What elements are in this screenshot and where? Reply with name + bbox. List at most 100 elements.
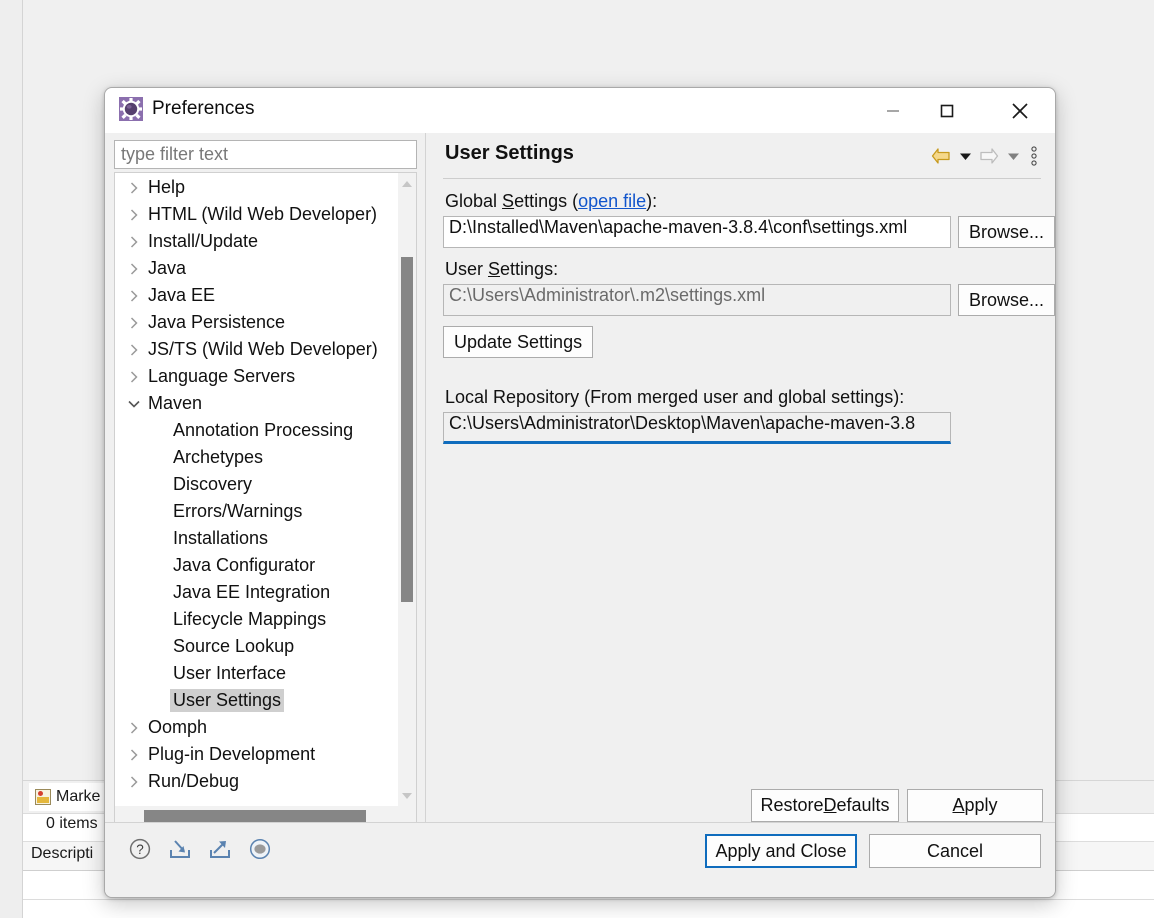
dialog-footer: ? Apply and Close Cancel <box>105 823 1055 897</box>
chevron-down-icon[interactable] <box>123 399 145 409</box>
tree-item-run-debug[interactable]: Run/Debug <box>115 768 398 795</box>
maximize-button[interactable] <box>924 88 970 133</box>
forward-button <box>977 143 1001 169</box>
minimize-icon <box>887 109 899 112</box>
tree-item-user-settings[interactable]: User Settings <box>115 687 398 714</box>
tree-item-java-ee[interactable]: Java EE <box>115 282 398 309</box>
tree-item-install-update[interactable]: Install/Update <box>115 228 398 255</box>
tree-item-java[interactable]: Java <box>115 255 398 282</box>
chevron-down-icon <box>959 153 971 160</box>
tree-item-errors-warnings[interactable]: Errors/Warnings <box>115 498 398 525</box>
chevron-right-icon[interactable] <box>123 748 145 762</box>
user-settings-form: Global Settings (open file): D:\Installe… <box>443 188 1055 786</box>
chevron-right-icon[interactable] <box>123 370 145 384</box>
user-settings-input[interactable]: C:\Users\Administrator\.m2\settings.xml <box>443 284 951 316</box>
tree-item-plug-in-development[interactable]: Plug-in Development <box>115 741 398 768</box>
chevron-right-icon[interactable] <box>123 316 145 330</box>
apply-and-close-button[interactable]: Apply and Close <box>705 834 857 868</box>
page-title: User Settings <box>445 142 574 164</box>
tree-item-archetypes[interactable]: Archetypes <box>115 444 398 471</box>
markers-body-divider <box>23 899 1154 900</box>
tree-item-label: Discovery <box>173 474 253 494</box>
chevron-right-icon[interactable] <box>123 343 145 357</box>
import-preferences-button[interactable] <box>167 836 193 862</box>
tab-markers[interactable]: Marke <box>29 783 109 811</box>
tree-item-annotation-processing[interactable]: Annotation Processing <box>115 417 398 444</box>
chevron-right-icon[interactable] <box>123 235 145 249</box>
tree-item-html-wild-web-developer[interactable]: HTML (Wild Web Developer) <box>115 201 398 228</box>
update-settings-button[interactable]: Update Settings <box>443 326 594 358</box>
scroll-down-arrow-icon[interactable] <box>398 787 416 804</box>
dialog-action-buttons: Apply and Close Cancel <box>705 834 1041 868</box>
tree-item-label: Java Configurator <box>173 555 316 575</box>
tree-item-user-interface[interactable]: User Interface <box>115 660 398 687</box>
chevron-right-icon[interactable] <box>123 775 145 789</box>
tree-item-label: Source Lookup <box>173 636 295 656</box>
global-settings-label-mnemonic: S <box>502 191 515 211</box>
help-button[interactable]: ? <box>127 836 153 862</box>
apply-button[interactable]: Apply <box>907 789 1043 822</box>
restore-defaults-button[interactable]: Restore Defaults <box>751 789 899 822</box>
user-settings-row: C:\Users\Administrator\.m2\settings.xml … <box>443 284 1055 316</box>
tree-item-label: Maven <box>148 393 203 413</box>
local-repository-input[interactable]: C:\Users\Administrator\Desktop\Maven\apa… <box>443 412 951 444</box>
dialog-title: Preferences <box>152 98 255 119</box>
user-settings-browse-button[interactable]: Browse... <box>958 284 1055 316</box>
tree-vertical-scrollbar[interactable] <box>398 173 416 806</box>
back-button[interactable] <box>929 143 953 169</box>
filter-input[interactable] <box>114 140 417 169</box>
tree-item-java-configurator[interactable]: Java Configurator <box>115 552 398 579</box>
scroll-up-arrow-icon[interactable] <box>398 175 416 192</box>
preference-tree[interactable]: Help HTML (Wild Web Developer) Install/Upd… <box>114 172 417 806</box>
forward-arrow-icon <box>980 148 999 164</box>
chevron-right-icon[interactable] <box>123 262 145 276</box>
tree-item-maven[interactable]: Maven <box>115 390 398 417</box>
tree-item-installations[interactable]: Installations <box>115 525 398 552</box>
page-view-menu-button[interactable] <box>1025 143 1043 169</box>
user-settings-label-suffix: ettings: <box>500 259 559 279</box>
global-settings-input[interactable]: D:\Installed\Maven\apache-maven-3.8.4\co… <box>443 216 951 248</box>
tree-item-label: Run/Debug <box>148 771 240 791</box>
chevron-right-icon[interactable] <box>123 289 145 303</box>
svg-text:?: ? <box>136 842 144 857</box>
dialog-titlebar: Preferences <box>105 88 1055 133</box>
tree-item-discovery[interactable]: Discovery <box>115 471 398 498</box>
tree-item-source-lookup[interactable]: Source Lookup <box>115 633 398 660</box>
global-settings-label: Global Settings (open file): <box>445 188 657 214</box>
cancel-button[interactable]: Cancel <box>869 834 1041 868</box>
tree-item-label: HTML (Wild Web Developer) <box>148 204 378 224</box>
tree-item-java-persistence[interactable]: Java Persistence <box>115 309 398 336</box>
close-icon <box>1012 102 1028 119</box>
tree-item-label: Annotation Processing <box>173 420 354 440</box>
page-action-buttons: Restore Defaults Apply <box>751 789 1043 822</box>
tree-item-java-ee-integration[interactable]: Java EE Integration <box>115 579 398 606</box>
minimize-button[interactable] <box>870 88 916 133</box>
restore-defaults-mnemonic: D <box>823 795 837 815</box>
tree-item-js-ts-wild-web-developer[interactable]: JS/TS (Wild Web Developer) <box>115 336 398 363</box>
workbench-left-edge <box>0 0 23 918</box>
tree-item-label: Installations <box>173 528 269 548</box>
chevron-right-icon[interactable] <box>123 721 145 735</box>
global-settings-browse-button[interactable]: Browse... <box>958 216 1055 248</box>
tree-item-language-servers[interactable]: Language Servers <box>115 363 398 390</box>
export-preferences-icon <box>210 841 230 858</box>
tree-item-oomph[interactable]: Oomph <box>115 714 398 741</box>
open-file-link[interactable]: open file <box>578 191 646 211</box>
tree-item-lifecycle-mappings[interactable]: Lifecycle Mappings <box>115 606 398 633</box>
back-history-dropdown[interactable] <box>956 143 974 169</box>
preference-page: User Settings Global Settings (open file… <box>435 135 1055 822</box>
chevron-right-icon[interactable] <box>123 208 145 222</box>
tree-item-help[interactable]: Help <box>115 174 398 201</box>
chevron-right-icon[interactable] <box>123 181 145 195</box>
page-nav-toolbar <box>929 143 1043 169</box>
tree-scrollbar-thumb[interactable] <box>401 257 413 602</box>
markers-item-count: 0 items <box>46 815 98 832</box>
markers-column-description[interactable]: Descripti <box>31 845 93 863</box>
close-button[interactable] <box>997 88 1043 133</box>
help-icon: ? <box>129 838 151 860</box>
view-menu-icon <box>1031 146 1037 166</box>
markers-tab-label: Marke <box>56 788 101 805</box>
export-preferences-button[interactable] <box>207 836 233 862</box>
record-preferences-button[interactable] <box>247 836 273 862</box>
tree-item-label: User Interface <box>173 663 287 683</box>
